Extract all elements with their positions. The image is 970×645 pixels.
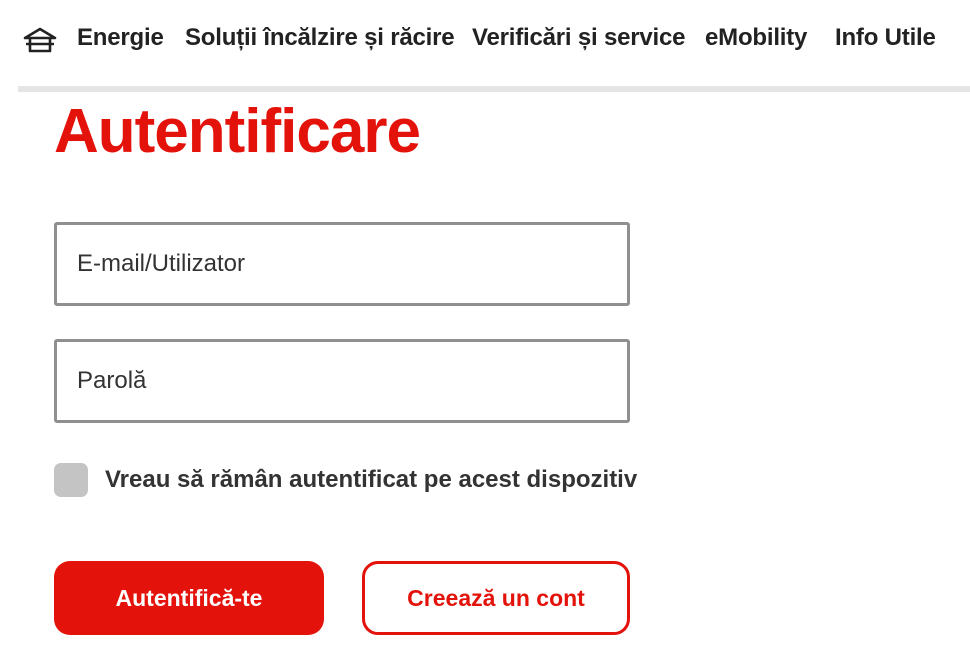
nav-item-verificari-service[interactable]: Verificări și service xyxy=(472,24,686,52)
email-field[interactable] xyxy=(54,222,630,306)
login-page: Energie Soluții încălzire și răcire Veri… xyxy=(0,0,970,645)
nav-item-energie[interactable]: Energie xyxy=(77,24,164,52)
remember-me-option[interactable]: Vreau să rămân autentificat pe acest dis… xyxy=(54,462,637,498)
page-title: Autentificare xyxy=(54,97,421,166)
nav-item-info-utile[interactable]: Info Utile xyxy=(835,24,936,52)
nav-item-solutii-incalzire-racire[interactable]: Soluții încălzire și răcire xyxy=(185,24,455,52)
nav-item-emobility[interactable]: eMobility xyxy=(705,24,807,52)
create-account-button[interactable]: Creează un cont xyxy=(362,561,630,635)
nav-divider xyxy=(18,86,970,92)
remember-me-checkbox[interactable] xyxy=(54,463,88,497)
home-icon[interactable] xyxy=(23,27,57,53)
password-field[interactable] xyxy=(54,339,630,423)
top-navigation: Energie Soluții încălzire și răcire Veri… xyxy=(0,0,970,86)
remember-me-label: Vreau să rămân autentificat pe acest dis… xyxy=(105,466,638,493)
login-button[interactable]: Autentifică-te xyxy=(54,561,324,635)
